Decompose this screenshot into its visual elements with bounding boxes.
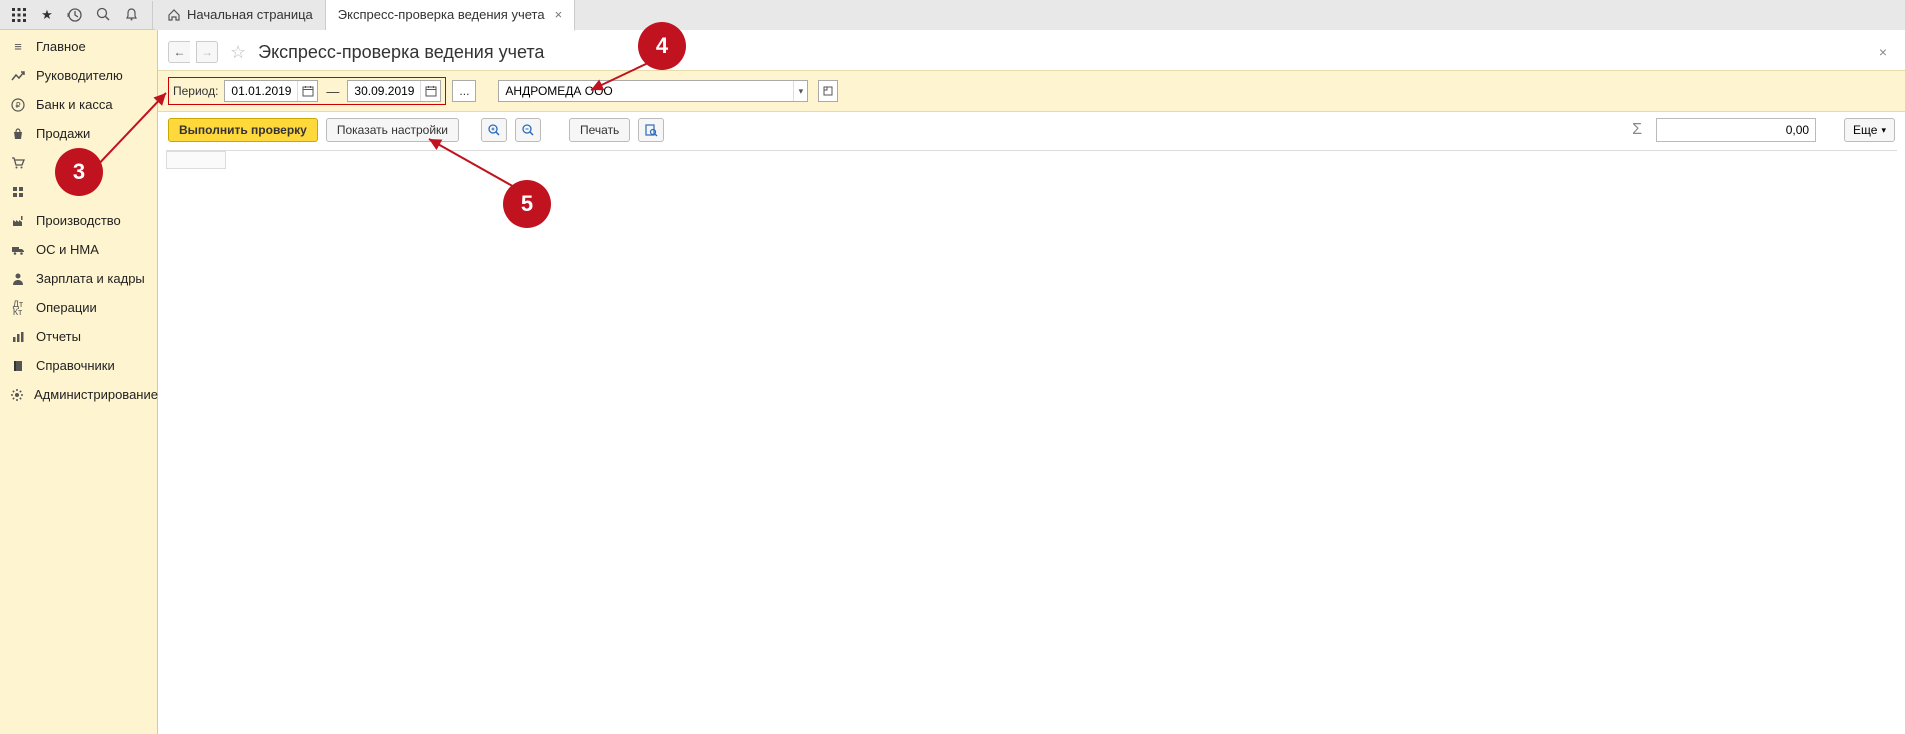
result-area [166,150,1897,726]
gear-icon [10,388,24,402]
print-preview-icon[interactable] [638,118,664,142]
chart-line-icon [10,69,26,83]
book-icon [10,359,26,373]
bell-icon[interactable] [118,2,144,28]
history-icon[interactable] [62,2,88,28]
annotation-3-arrow [88,85,178,175]
annotation-3: 3 [55,148,103,196]
svg-text:₽: ₽ [15,101,20,110]
sum-field[interactable] [1656,118,1816,142]
nav-back-button[interactable]: ← [168,41,190,63]
truck-icon [10,243,26,257]
sidebar-item-label: Администрирование [34,387,158,402]
sidebar-item-label: Зарплата и кадры [36,271,145,286]
date-to-field[interactable] [348,84,420,98]
page-close-icon[interactable]: × [1879,44,1895,60]
sidebar-item-label: Продажи [36,126,90,141]
sidebar-item-directories[interactable]: Справочники [0,351,157,380]
content-area: ← → ☆ Экспресс-проверка ведения учета × … [158,30,1905,734]
print-button[interactable]: Печать [569,118,630,142]
sidebar-item-label: ОС и НМА [36,242,99,257]
period-select-button[interactable]: ... [452,80,476,102]
period-group: Период: — [168,77,446,105]
annotation-5: 5 [503,180,551,228]
ruble-icon: ₽ [10,98,26,112]
calendar-icon[interactable] [297,81,317,101]
date-from-field[interactable] [225,84,297,98]
sidebar-item-main[interactable]: ≡ Главное [0,32,157,61]
sidebar-item-label: Производство [36,213,121,228]
tab-bar: Начальная страница Экспресс-проверка вед… [155,0,1905,30]
more-button-label: Еще [1853,123,1877,137]
sidebar-item-label: Отчеты [36,329,81,344]
menu-icon: ≡ [10,39,26,54]
cart-icon [10,156,26,170]
sidebar-item-production[interactable]: Производство [0,206,157,235]
tab-home[interactable]: Начальная страница [155,0,326,30]
sidebar-item-operations[interactable]: ДтКт Операции [0,293,157,322]
sidebar-item-label: Операции [36,300,97,315]
sidebar-item-label: Справочники [36,358,115,373]
home-icon [167,8,181,22]
more-button[interactable]: Еще ▾ [1844,118,1895,142]
boxes-icon [10,185,26,199]
org-open-button[interactable] [818,80,838,102]
page-title: Экспресс-проверка ведения учета [258,42,544,63]
sidebar-item-reports[interactable]: Отчеты [0,322,157,351]
annotation-4: 4 [638,22,686,70]
run-check-button[interactable]: Выполнить проверку [168,118,318,142]
tab-home-label: Начальная страница [187,7,313,22]
chevron-down-icon: ▾ [1881,125,1886,136]
top-toolbar: ★ Начальная страница Экспресс-проверка в… [0,0,1905,30]
person-icon [10,272,26,286]
date-from-input[interactable] [224,80,318,102]
search-icon[interactable] [90,2,116,28]
favorite-star-icon[interactable]: ☆ [230,42,246,63]
tab-active-label: Экспресс-проверка ведения учета [338,7,545,22]
sidebar-item-admin[interactable]: Администрирование [0,380,157,409]
page-title-row: ← → ☆ Экспресс-проверка ведения учета × [158,30,1905,70]
dtkt-icon: ДтКт [10,300,26,316]
date-to-input[interactable] [347,80,441,102]
filter-bar: Период: — ... [158,70,1905,112]
factory-icon [10,214,26,228]
nav-forward-button[interactable]: → [196,41,218,63]
star-icon[interactable]: ★ [34,2,60,28]
tab-active[interactable]: Экспресс-проверка ведения учета × [326,0,575,31]
period-dash: — [324,84,341,99]
period-label: Период: [173,84,218,98]
sidebar-item-salary[interactable]: Зарплата и кадры [0,264,157,293]
sidebar-item-label: Руководителю [36,68,123,83]
sidebar-item-label: Главное [36,39,86,54]
apps-icon[interactable] [6,2,32,28]
tab-close-icon[interactable]: × [555,7,563,22]
sigma-icon: Σ [1632,121,1642,139]
dropdown-icon[interactable]: ▾ [793,81,807,101]
calendar-icon[interactable] [420,81,440,101]
sidebar-item-assets[interactable]: ОС и НМА [0,235,157,264]
bars-icon [10,330,26,344]
bag-icon [10,127,26,141]
